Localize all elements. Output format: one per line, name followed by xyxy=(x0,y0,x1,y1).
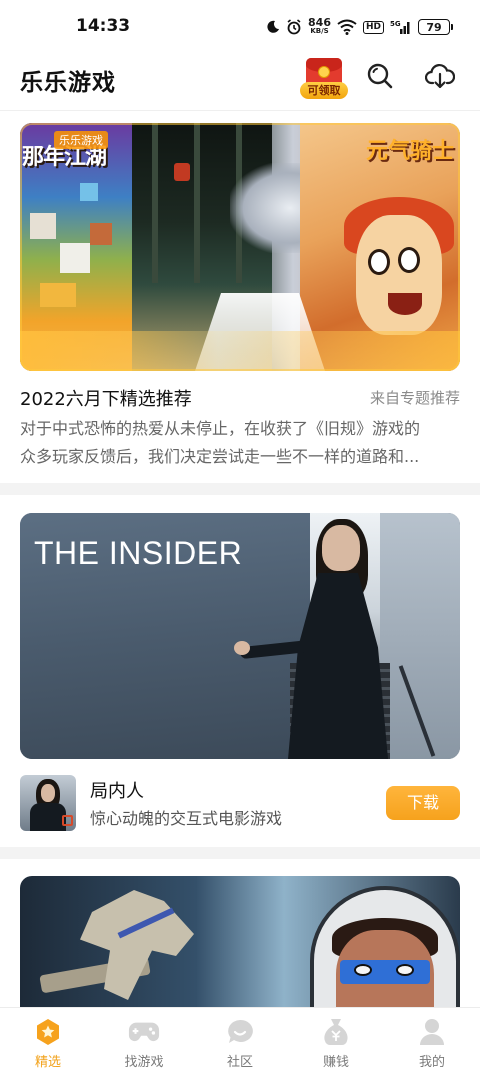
star-hexagon-icon xyxy=(32,1017,64,1047)
game-thumbnail[interactable] xyxy=(20,775,76,831)
game-banner[interactable] xyxy=(20,876,460,1007)
download-button[interactable]: 下载 xyxy=(386,786,460,820)
nav-item-community[interactable]: 社区 xyxy=(192,1008,288,1072)
game-banner[interactable]: THE INSIDER xyxy=(20,513,460,759)
net-speed-unit: KB/S xyxy=(310,27,329,35)
red-packet-label: 可领取 xyxy=(300,82,348,99)
status-bar: 14:33 846 KB/S HD 5G 79 xyxy=(0,0,480,54)
app-title: 乐乐游戏 xyxy=(20,70,116,96)
money-bag-icon xyxy=(320,1017,352,1047)
banner-frame xyxy=(20,123,460,371)
character-hand xyxy=(234,641,250,655)
pilot-eye xyxy=(354,964,372,976)
network-speed: 846 KB/S xyxy=(308,16,331,35)
alarm-icon xyxy=(286,19,302,35)
download-manager-button[interactable] xyxy=(424,62,456,94)
character-face xyxy=(322,525,360,571)
net-speed-value: 846 xyxy=(308,16,331,29)
red-packet-button[interactable]: 可领取 xyxy=(300,58,348,100)
thumb-face xyxy=(41,784,55,802)
nav-label: 精选 xyxy=(34,1055,61,1070)
moon-icon xyxy=(266,20,280,34)
topic-description[interactable]: 对于中式恐怖的热爱从未停止，在收获了《旧规》游戏的 众多玩家反馈后，我们决定尝试… xyxy=(20,415,460,471)
description-line: 对于中式恐怖的热爱从未停止，在收获了《旧规》游戏的 xyxy=(20,419,421,438)
wifi-icon xyxy=(337,19,357,35)
svg-text:5G: 5G xyxy=(390,20,401,28)
status-time: 14:33 xyxy=(76,16,131,36)
nav-item-profile[interactable]: 我的 xyxy=(384,1008,480,1072)
nav-label: 社区 xyxy=(226,1055,253,1070)
game-tagline: 惊心动魄的交互式电影游戏 xyxy=(90,809,283,828)
gamepad-icon xyxy=(128,1017,160,1047)
nav-label: 赚钱 xyxy=(322,1055,349,1070)
status-icons: 846 KB/S HD 5G 79 xyxy=(266,16,453,38)
nav-label: 我的 xyxy=(418,1055,445,1070)
banner-game-title: THE INSIDER xyxy=(34,535,243,571)
person-icon xyxy=(416,1017,448,1047)
chat-bubble-icon xyxy=(224,1017,256,1047)
thumb-coat xyxy=(30,803,66,831)
feed[interactable]: 那年江湖 元气骑士 乐乐游戏 2022六月下精选推荐 来自专题推荐 对于中式恐怖… xyxy=(0,111,480,1007)
topic-source: 来自专题推荐 xyxy=(369,389,460,407)
battery-icon: 79 xyxy=(418,19,453,35)
signal-5g-icon: 5G xyxy=(390,19,412,35)
game-name[interactable]: 局内人 xyxy=(90,777,144,803)
thumb-logo-mark xyxy=(62,815,73,826)
search-button[interactable] xyxy=(364,62,396,94)
section-separator xyxy=(0,483,480,495)
nav-item-earn[interactable]: 赚钱 xyxy=(288,1008,384,1072)
topic-title[interactable]: 2022六月下精选推荐 xyxy=(20,385,192,411)
topic-banner[interactable]: 那年江湖 元气骑士 乐乐游戏 xyxy=(20,123,460,371)
section-separator xyxy=(0,847,480,859)
nav-item-featured[interactable]: 精选 xyxy=(0,1008,96,1072)
app-header: 乐乐游戏 可领取 xyxy=(0,54,480,110)
hd-icon: HD xyxy=(362,20,384,34)
search-icon xyxy=(366,62,394,94)
pilot-face-paint xyxy=(340,960,430,984)
nav-item-find-games[interactable]: 找游戏 xyxy=(96,1008,192,1072)
pilot-eye xyxy=(396,964,414,976)
coin-icon xyxy=(318,66,330,78)
description-line: 众多玩家反馈后，我们决定尝试走一些不一样的道路和... xyxy=(20,447,420,466)
game-info-row[interactable]: 局内人 惊心动魄的交互式电影游戏 下载 xyxy=(0,775,480,839)
bottom-nav: 精选 找游戏 社区 赚钱 我的 xyxy=(0,1007,480,1072)
cloud-download-icon xyxy=(424,62,456,94)
nav-label: 找游戏 xyxy=(124,1055,164,1070)
